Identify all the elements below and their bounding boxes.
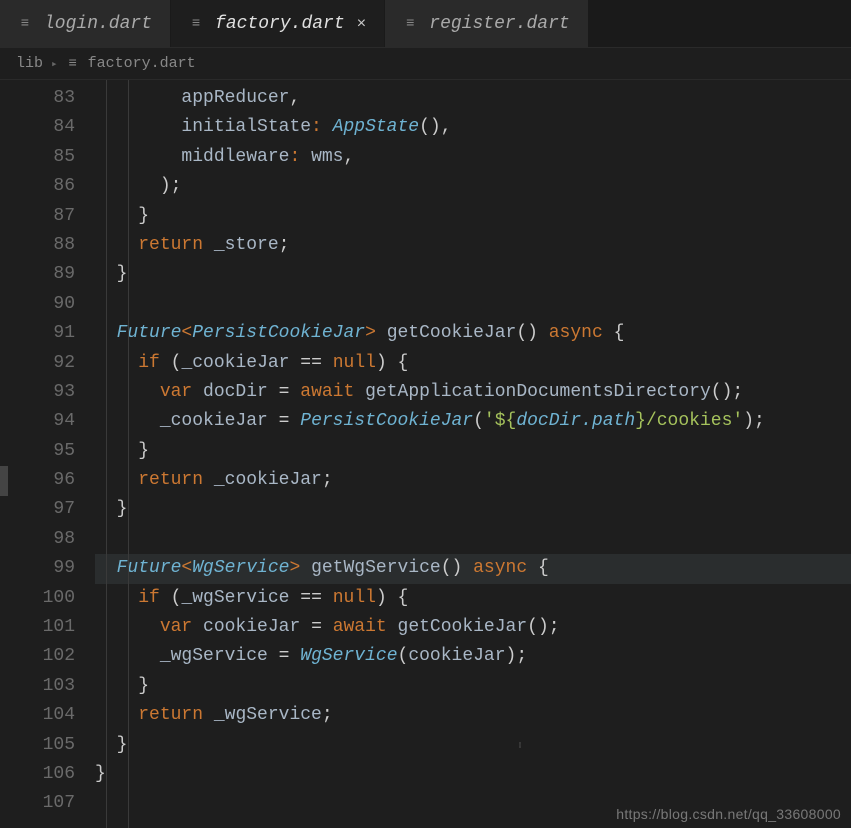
code-line: ); xyxy=(95,172,851,201)
line-number: 87 xyxy=(0,202,75,231)
code-line: return _cookieJar; xyxy=(95,466,851,495)
tab-label: login.dart xyxy=(44,14,152,34)
code-line: } xyxy=(95,437,851,466)
line-number: 94 xyxy=(0,407,75,436)
code-line: _wgService = WgService(cookieJar); xyxy=(95,642,851,671)
code-line: return _wgService; xyxy=(95,701,851,730)
code-line: } xyxy=(95,672,851,701)
code-line: if (_cookieJar == null) { xyxy=(95,349,851,378)
file-icon: ≡ xyxy=(189,17,203,31)
line-number: 97 xyxy=(0,495,75,524)
line-number: 103 xyxy=(0,672,75,701)
line-number: 92 xyxy=(0,349,75,378)
code-line: if (_wgService == null) { xyxy=(95,584,851,613)
tab-login[interactable]: ≡ login.dart xyxy=(0,0,171,47)
line-number: 104 xyxy=(0,701,75,730)
line-number: 93 xyxy=(0,378,75,407)
gutter-marker xyxy=(0,466,8,495)
code-line: appReducer, xyxy=(95,84,851,113)
code-line: } xyxy=(95,202,851,231)
editor-tabs: ≡ login.dart ≡ factory.dart × ≡ register… xyxy=(0,0,851,48)
line-number: 98 xyxy=(0,525,75,554)
tab-label: factory.dart xyxy=(215,14,345,34)
line-number: 95 xyxy=(0,437,75,466)
code-line: } xyxy=(95,731,851,760)
tab-factory[interactable]: ≡ factory.dart × xyxy=(171,0,385,47)
line-number: 107 xyxy=(0,789,75,818)
tab-register[interactable]: ≡ register.dart xyxy=(385,0,588,47)
line-number: 100 xyxy=(0,584,75,613)
code-line: var cookieJar = await getCookieJar(); xyxy=(95,613,851,642)
tab-label: register.dart xyxy=(429,14,569,34)
code-line xyxy=(95,290,851,319)
line-number: 99 xyxy=(0,554,75,583)
code-line: } xyxy=(95,260,851,289)
line-number: 91 xyxy=(0,319,75,348)
line-number: 83 xyxy=(0,84,75,113)
code-line: Future<WgService> getWgService() async { xyxy=(95,554,851,583)
line-number: 96 xyxy=(0,466,75,495)
code-area[interactable]: appReducer, initialState: AppState(), mi… xyxy=(95,80,851,828)
line-number: 88 xyxy=(0,231,75,260)
line-number: 105 xyxy=(0,731,75,760)
line-number: 90 xyxy=(0,290,75,319)
breadcrumb-file[interactable]: factory.dart xyxy=(88,55,196,72)
watermark: https://blog.csdn.net/qq_33608000 xyxy=(616,806,841,822)
breadcrumb: lib ▸ ≡ factory.dart xyxy=(0,48,851,80)
code-line: } xyxy=(95,495,851,524)
file-icon: ≡ xyxy=(18,17,32,31)
line-number-gutter: 83 84 85 86 87 88 89 90 91 92 93 94 95 9… xyxy=(0,80,95,828)
chevron-right-icon: ▸ xyxy=(51,57,58,71)
line-number: 85 xyxy=(0,143,75,172)
code-editor[interactable]: 83 84 85 86 87 88 89 90 91 92 93 94 95 9… xyxy=(0,80,851,828)
code-line xyxy=(95,525,851,554)
code-line: initialState: AppState(), xyxy=(95,113,851,142)
code-line: return _store; xyxy=(95,231,851,260)
file-icon: ≡ xyxy=(66,57,80,71)
code-line: } xyxy=(95,760,851,789)
code-line: _cookieJar = PersistCookieJar('${docDir.… xyxy=(95,407,851,436)
line-number: 89 xyxy=(0,260,75,289)
breadcrumb-folder[interactable]: lib xyxy=(16,55,43,72)
line-number: 106 xyxy=(0,760,75,789)
line-number: 101 xyxy=(0,613,75,642)
code-line: Future<PersistCookieJar> getCookieJar() … xyxy=(95,319,851,348)
line-number: 84 xyxy=(0,113,75,142)
close-icon[interactable]: × xyxy=(357,15,367,33)
file-icon: ≡ xyxy=(403,17,417,31)
code-line: middleware: wms, xyxy=(95,143,851,172)
code-line: var docDir = await getApplicationDocumen… xyxy=(95,378,851,407)
line-number: 86 xyxy=(0,172,75,201)
line-number: 102 xyxy=(0,642,75,671)
